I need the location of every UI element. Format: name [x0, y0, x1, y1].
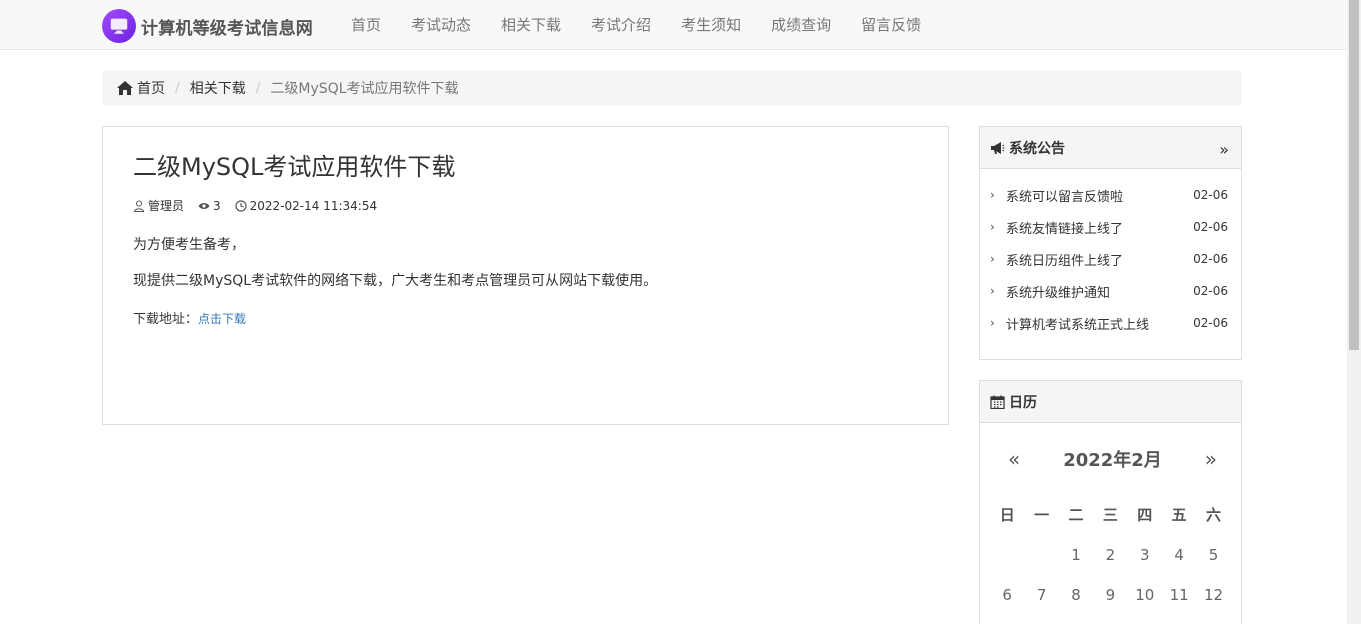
calendar-day[interactable]: 2 [1093, 535, 1127, 575]
calendar-day[interactable]: 5 [1196, 535, 1230, 575]
home-icon [117, 81, 133, 95]
view-count: 3 [213, 198, 221, 213]
calendar-weekday: 六 [1206, 506, 1222, 524]
eye-icon [198, 202, 210, 209]
calendar-day[interactable]: 8 [1059, 575, 1093, 615]
notice-item[interactable]: › 系统可以留言反馈啦 02-06 [980, 179, 1241, 211]
calendar-day[interactable]: 19 [1196, 615, 1230, 624]
page-scrollbar[interactable] [1347, 0, 1361, 624]
article-panel: 二级MySQL考试应用软件下载 管理员 3 2022-02-14 11:34:5… [102, 126, 949, 425]
calendar-day[interactable]: 4 [1162, 535, 1196, 575]
calendar-icon [990, 395, 1005, 409]
calendar-panel: 日历 « 2022年2月 » 日一二三四五六123456789101112131… [979, 380, 1242, 624]
notice-item[interactable]: › 系统日历组件上线了 02-06 [980, 243, 1241, 275]
download-line: 下载地址：点击下载 [133, 308, 918, 327]
calendar-weekday: 四 [1137, 506, 1153, 524]
notice-item[interactable]: › 计算机考试系统正式上线 02-06 [980, 307, 1241, 339]
calendar-weekday: 二 [1068, 506, 1084, 524]
brand[interactable]: 计算机等级考试信息网 [102, 9, 313, 43]
calendar-month-label: 2022年2月 [1063, 450, 1162, 471]
chevron-right-icon: › [990, 316, 995, 330]
calendar-day[interactable]: 11 [1162, 575, 1196, 615]
calendar-empty-cell [1024, 535, 1058, 575]
calendar-panel-title: 日历 [1009, 394, 1037, 411]
breadcrumb-current: 二级MySQL考试应用软件下载 [270, 81, 459, 97]
chevron-right-icon: › [990, 252, 995, 266]
author-name: 管理员 [148, 199, 185, 213]
nav-item-exam-news[interactable]: 考试动态 [396, 0, 486, 50]
article-title: 二级MySQL考试应用软件下载 [133, 153, 456, 181]
calendar-day[interactable]: 1 [1059, 535, 1093, 575]
notice-item[interactable]: › 系统友情链接上线了 02-06 [980, 211, 1241, 243]
calendar-day[interactable]: 17 [1128, 615, 1162, 624]
calendar-day[interactable]: 7 [1024, 575, 1058, 615]
notice-panel-title: 系统公告 [1009, 140, 1065, 157]
calendar-day[interactable]: 3 [1128, 535, 1162, 575]
calendar-panel-header: 日历 [980, 381, 1241, 423]
nav-item-exam-intro[interactable]: 考试介绍 [576, 0, 666, 50]
calendar-day-today[interactable]: 14 [1024, 615, 1058, 624]
calendar-weekday: 一 [1034, 506, 1050, 524]
calendar-next-button[interactable]: » [1205, 447, 1217, 471]
breadcrumb-separator: / [175, 80, 180, 96]
chevron-right-icon: › [990, 188, 995, 202]
calendar-day[interactable]: 15 [1059, 615, 1093, 624]
nav-item-home[interactable]: 首页 [336, 0, 396, 50]
article-meta: 管理员 3 2022-02-14 11:34:54 [133, 197, 918, 214]
breadcrumb-category[interactable]: 相关下载 [190, 78, 246, 98]
breadcrumb-home[interactable]: 首页 [137, 78, 165, 98]
more-icon[interactable]: » [1219, 140, 1229, 159]
clock-icon [235, 199, 247, 212]
publish-time: 2022-02-14 11:34:54 [249, 198, 378, 213]
notice-panel: 系统公告 » › 系统可以留言反馈啦 02-06 › 系统友情链接上线了 02-06 ›… [979, 126, 1242, 360]
article-author: 管理员 [133, 197, 184, 214]
main-nav: 首页 考试动态 相关下载 考试介绍 考生须知 成绩查询 留言反馈 [336, 0, 936, 50]
calendar-day[interactable]: 16 [1093, 615, 1127, 624]
article-paragraph: 为方便考生备考， [133, 237, 245, 253]
article-views: 3 [198, 199, 221, 213]
chevron-right-icon: › [990, 220, 995, 234]
article-datetime: 2022-02-14 11:34:54 [235, 199, 377, 213]
breadcrumb-separator: / [255, 80, 261, 96]
download-link[interactable]: 点击下载 [198, 312, 246, 326]
megaphone-icon [991, 141, 1005, 154]
article-paragraph: 现提供二级MySQL考试软件的网络下载，广大考生和考点管理员可从网站下载使用。 [133, 273, 658, 289]
notice-panel-header: 系统公告 » [980, 127, 1241, 169]
calendar-day[interactable]: 12 [1196, 575, 1230, 615]
calendar-weekday: 三 [1102, 506, 1118, 524]
calendar-day[interactable]: 10 [1128, 575, 1162, 615]
notice-item[interactable]: › 系统升级维护通知 02-06 [980, 275, 1241, 307]
top-navbar: 计算机等级考试信息网 首页 考试动态 相关下载 考试介绍 考生须知 成绩查询 留… [0, 0, 1347, 50]
breadcrumb: 首页 / 相关下载 / 二级MySQL考试应用软件下载 [102, 70, 1242, 106]
nav-item-score-query[interactable]: 成绩查询 [756, 0, 846, 50]
calendar-day[interactable]: 9 [1093, 575, 1127, 615]
calendar-grid: 日一二三四五六12345678910111213141516171819 [990, 495, 1241, 624]
calendar-day[interactable]: 13 [990, 615, 1024, 624]
monitor-icon [102, 9, 136, 43]
user-icon [133, 200, 145, 212]
nav-item-downloads[interactable]: 相关下载 [486, 0, 576, 50]
scrollbar-thumb[interactable] [1349, 0, 1359, 350]
calendar-month-header: « 2022年2月 » [980, 423, 1241, 495]
notice-list: › 系统可以留言反馈啦 02-06 › 系统友情链接上线了 02-06 › 系统日历组件上… [980, 169, 1241, 351]
nav-item-feedback[interactable]: 留言反馈 [846, 0, 936, 50]
calendar-prev-button[interactable]: « [1008, 447, 1020, 471]
chevron-right-icon: › [990, 284, 995, 298]
calendar-day[interactable]: 6 [990, 575, 1024, 615]
brand-name: 计算机等级考试信息网 [141, 18, 313, 39]
calendar-weekday: 日 [999, 506, 1015, 524]
nav-item-candidate-notes[interactable]: 考生须知 [666, 0, 756, 50]
calendar-empty-cell [990, 535, 1024, 575]
calendar-weekday: 五 [1171, 506, 1187, 524]
download-label: 下载地址： [133, 312, 199, 327]
calendar-day[interactable]: 18 [1162, 615, 1196, 624]
